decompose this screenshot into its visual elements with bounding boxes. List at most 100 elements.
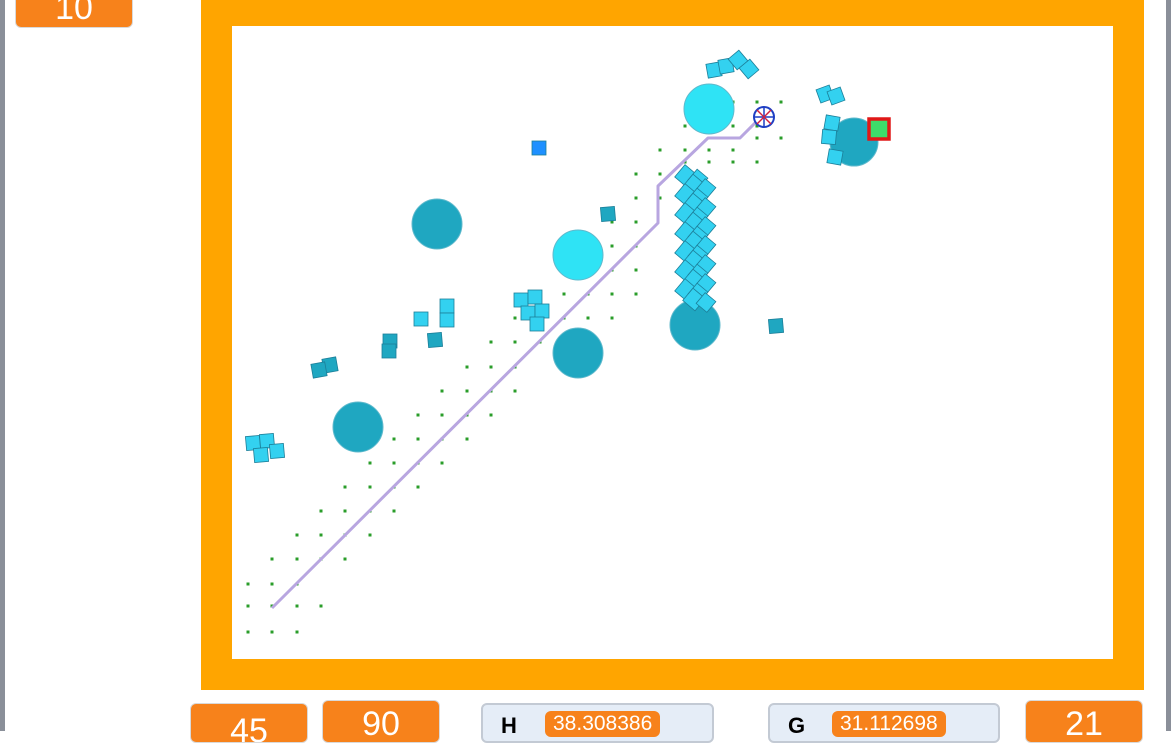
stage (201, 0, 1144, 690)
square-block (439, 312, 455, 328)
circle-obstacle (552, 327, 604, 379)
search-node (610, 316, 614, 320)
circle-obstacle (411, 198, 463, 250)
search-node (634, 268, 638, 272)
search-node (343, 509, 347, 513)
search-node (319, 604, 323, 608)
search-node (658, 148, 662, 152)
square-block (599, 205, 617, 223)
top-value-button[interactable]: 10 (15, 0, 133, 28)
search-node (610, 292, 614, 296)
left-window-border (0, 0, 5, 731)
circle-obstacle (683, 83, 735, 135)
square-block (381, 343, 397, 359)
search-node (392, 437, 396, 441)
pathfinding-scene (244, 49, 891, 634)
search-node (270, 557, 274, 561)
square-block (531, 140, 547, 156)
search-node (440, 461, 444, 465)
square-block (310, 361, 328, 379)
search-node (489, 413, 493, 417)
search-node (319, 533, 323, 537)
search-node (392, 461, 396, 465)
square-block (439, 298, 455, 314)
value-90-button[interactable]: 90 (322, 700, 440, 743)
search-node (707, 148, 711, 152)
search-node (465, 365, 469, 369)
search-node (634, 220, 638, 224)
search-node (270, 630, 274, 634)
h-monitor: H 38.308386 (481, 703, 714, 743)
search-node (295, 630, 299, 634)
search-node (779, 100, 783, 104)
h-monitor-label: H (501, 713, 517, 738)
search-node (295, 557, 299, 561)
square-block (820, 128, 838, 146)
search-node (489, 365, 493, 369)
search-node (610, 244, 614, 248)
search-node (634, 292, 638, 296)
square-block (767, 317, 785, 335)
search-node (586, 316, 590, 320)
search-node (683, 124, 687, 128)
circle-obstacle (332, 401, 384, 453)
search-node (270, 582, 274, 586)
square-block (252, 446, 270, 464)
search-node (392, 509, 396, 513)
square-block (426, 331, 444, 349)
search-node (683, 148, 687, 152)
search-node (319, 509, 323, 513)
search-node (634, 172, 638, 176)
square-block (529, 316, 545, 332)
square-block (268, 442, 286, 460)
search-node (755, 100, 759, 104)
search-node (755, 160, 759, 164)
g-monitor: G 31.112698 (768, 703, 1000, 743)
search-node (513, 340, 517, 344)
square-block (413, 311, 429, 327)
search-node (295, 604, 299, 608)
goal-square-icon (867, 117, 891, 141)
search-node (779, 136, 783, 140)
search-node (658, 172, 662, 176)
square-block (534, 303, 550, 319)
search-node (246, 582, 250, 586)
search-node (343, 557, 347, 561)
g-monitor-value: 31.112698 (832, 711, 946, 737)
search-node (343, 485, 347, 489)
g-monitor-label: G (788, 713, 806, 738)
search-node (416, 413, 420, 417)
search-node (295, 533, 299, 537)
h-monitor-value: 38.308386 (545, 711, 661, 737)
circle-obstacle (552, 229, 604, 281)
square-block (823, 114, 841, 132)
search-node (246, 630, 250, 634)
square-block (826, 148, 844, 166)
search-node (731, 160, 735, 164)
square-block (513, 292, 529, 308)
search-node (634, 196, 638, 200)
search-node (246, 604, 250, 608)
search-node (513, 316, 517, 320)
search-node (368, 485, 372, 489)
search-node (731, 148, 735, 152)
search-node (562, 292, 566, 296)
search-node (489, 340, 493, 344)
search-node (755, 136, 759, 140)
value-45-button[interactable]: 45 (190, 703, 308, 743)
search-node (440, 413, 444, 417)
search-node (731, 124, 735, 128)
search-node (513, 389, 517, 393)
search-node (440, 389, 444, 393)
search-node (465, 437, 469, 441)
search-node (707, 160, 711, 164)
square-block (527, 289, 543, 305)
value-21-button[interactable]: 21 (1025, 700, 1143, 743)
game-canvas[interactable] (232, 26, 1113, 659)
search-node (465, 389, 469, 393)
search-node (416, 437, 420, 441)
search-node (416, 485, 420, 489)
search-node (368, 461, 372, 465)
search-node (368, 533, 372, 537)
right-window-border (1166, 0, 1171, 731)
